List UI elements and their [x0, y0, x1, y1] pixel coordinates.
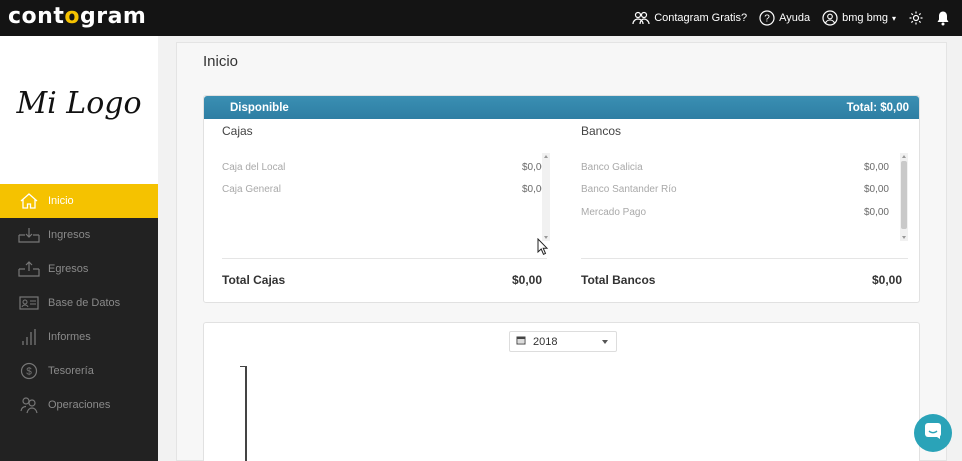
banco-value: $0,00 — [863, 162, 889, 173]
calendar-icon — [516, 335, 526, 348]
dollar-circle-icon: $ — [18, 362, 40, 380]
gift-people-icon — [632, 11, 650, 25]
bell-icon — [936, 10, 950, 26]
user-label: bmg bmg — [842, 12, 888, 24]
help-link[interactable]: ? Ayuda — [759, 10, 810, 26]
settings-button[interactable] — [908, 10, 924, 26]
total-cajas-label: Total Cajas — [222, 273, 286, 287]
caja-name: Caja del Local — [222, 162, 286, 173]
sidebar-item-label: Base de Datos — [48, 297, 121, 309]
chevron-down-icon — [602, 340, 608, 344]
mouse-pointer-icon — [537, 237, 549, 261]
total-bancos-label: Total Bancos — [581, 273, 656, 287]
help-circle-icon: ? — [759, 10, 775, 26]
notifications-button[interactable] — [936, 10, 950, 26]
disponible-total: Total: $0,00 — [846, 101, 909, 114]
svg-text:?: ? — [764, 14, 770, 25]
bancos-title: Bancos — [581, 124, 622, 138]
sidebar-item-label: Egresos — [48, 263, 89, 275]
chat-button[interactable] — [914, 414, 952, 452]
disponible-title: Disponible — [230, 101, 289, 114]
disponible-card: Disponible Total: $0,00 Cajas Caja del L… — [203, 95, 920, 303]
scroll-thumb[interactable] — [901, 161, 907, 229]
sidebar-item-informes[interactable]: Informes — [0, 320, 158, 354]
promo-label: Contagram Gratis? — [654, 12, 748, 24]
sidebar-item-ingresos[interactable]: Ingresos — [0, 218, 158, 252]
home-icon — [18, 192, 40, 210]
divider — [581, 258, 908, 259]
total-bancos-value: $0,00 — [872, 273, 903, 287]
year-value: 2018 — [533, 335, 558, 348]
sidebar-nav: Inicio Ingresos Egresos Base de Datos In… — [0, 184, 158, 422]
outbox-out-icon — [18, 260, 40, 278]
chat-icon — [924, 422, 942, 445]
user-menu[interactable]: bmg bmg ▾ — [822, 10, 896, 26]
sidebar-item-base-de-datos[interactable]: Base de Datos — [0, 286, 158, 320]
chart-y-axis — [245, 366, 247, 461]
list-item[interactable]: Caja del Local $0,00 — [222, 162, 547, 173]
caja-name: Caja General — [222, 184, 281, 195]
contact-card-icon — [18, 294, 40, 312]
caret-down-icon: ▾ — [891, 13, 896, 23]
sidebar-item-operaciones[interactable]: Operaciones — [0, 388, 158, 422]
help-label: Ayuda — [779, 12, 811, 24]
svg-text:$: $ — [26, 367, 32, 378]
sidebar-item-label: Informes — [48, 331, 91, 343]
top-bar: contogram Contagram Gratis? ? Ayuda bmg … — [0, 0, 962, 36]
sidebar-item-egresos[interactable]: Egresos — [0, 252, 158, 286]
sidebar-item-tesoreria[interactable]: $ Tesorería — [0, 354, 158, 388]
brand-text-start: cont — [8, 4, 65, 29]
scroll-down-icon[interactable] — [902, 236, 906, 239]
total-cajas-value: $0,00 — [512, 273, 543, 287]
company-logo: Mi Logo — [16, 86, 142, 121]
page-title: Inicio — [203, 53, 239, 70]
divider — [222, 258, 547, 259]
gear-icon — [908, 10, 924, 26]
brand-text-end: gram — [79, 4, 147, 29]
sidebar-item-inicio[interactable]: Inicio — [0, 184, 158, 218]
scroll-up-icon[interactable] — [902, 155, 906, 158]
company-logo-area: Mi Logo — [0, 36, 158, 184]
brand-logo[interactable]: contogram — [8, 4, 146, 29]
sidebar-item-label: Operaciones — [48, 399, 111, 411]
chart-card: 2018 — [203, 322, 920, 461]
sidebar: Mi Logo Inicio Ingresos Egresos Base de … — [0, 36, 158, 461]
brand-text-accent: o — [64, 4, 80, 29]
bancos-scrollbar[interactable] — [900, 153, 908, 241]
year-select[interactable]: 2018 — [509, 331, 617, 352]
sidebar-item-label: Ingresos — [48, 229, 91, 241]
list-item[interactable]: Banco Galicia $0,00 — [581, 162, 889, 173]
banco-name: Banco Santander Río — [581, 184, 677, 195]
disponible-header: Disponible Total: $0,00 — [204, 96, 919, 119]
cajas-scrollbar[interactable] — [542, 153, 550, 241]
bar-chart-icon — [18, 328, 40, 346]
users-icon — [18, 396, 40, 414]
inbox-in-icon — [18, 226, 40, 244]
promo-link[interactable]: Contagram Gratis? — [632, 11, 747, 25]
list-item[interactable]: Banco Santander Río $0,00 — [581, 184, 889, 195]
user-circle-icon — [822, 10, 838, 26]
sidebar-item-label: Tesorería — [48, 365, 94, 377]
list-item[interactable]: Mercado Pago $0,00 — [581, 207, 889, 218]
scroll-up-icon[interactable] — [544, 155, 548, 158]
banco-name: Mercado Pago — [581, 207, 647, 218]
top-nav: Contagram Gratis? ? Ayuda bmg bmg ▾ — [620, 0, 950, 36]
banco-name: Banco Galicia — [581, 162, 643, 173]
banco-value: $0,00 — [863, 184, 889, 195]
sidebar-item-label: Inicio — [48, 195, 74, 207]
cajas-title: Cajas — [222, 124, 253, 138]
list-item[interactable]: Caja General $0,00 — [222, 184, 547, 195]
banco-value: $0,00 — [863, 207, 889, 218]
